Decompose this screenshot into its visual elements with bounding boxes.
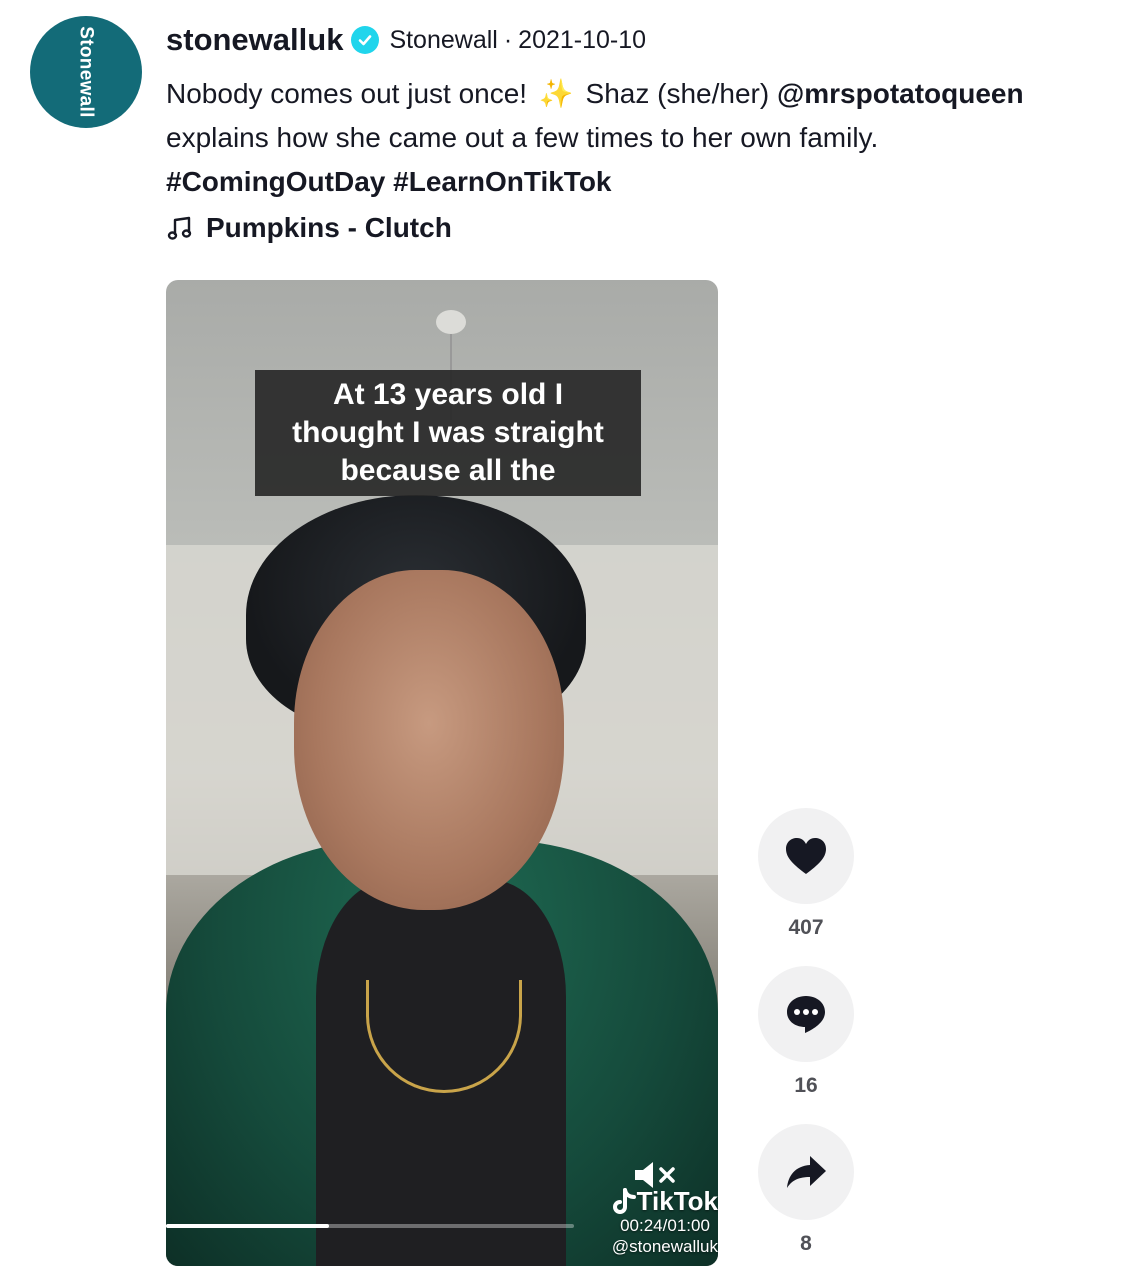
mention-link[interactable]: @mrspotatoqueen	[777, 78, 1024, 109]
video-player[interactable]: At 13 years old I thought I was straight…	[166, 280, 718, 1266]
music-link[interactable]: Pumpkins - Clutch	[166, 212, 452, 244]
video-timecode: 00:24/01:00	[620, 1216, 710, 1235]
tiktok-logo-icon	[612, 1187, 636, 1214]
like-button[interactable]	[758, 808, 854, 904]
overlay-line: thought I was straight	[292, 416, 604, 449]
like-count: 407	[788, 916, 824, 939]
ceiling-lamp	[436, 310, 466, 334]
post-caption: Nobody comes out just once! ✨ Shaz (she/…	[166, 72, 1126, 204]
avatar[interactable]: Stonewall	[30, 16, 142, 128]
hashtag-link[interactable]: #ComingOutDay	[166, 166, 385, 197]
heart-icon	[786, 838, 826, 874]
display-name: Stonewall	[389, 25, 498, 54]
sparkle-emoji: ✨	[538, 78, 574, 109]
watermark-brand-text: TikTok	[636, 1186, 718, 1216]
caption-text-middle: Shaz (she/her)	[585, 78, 770, 109]
caption-text-end: explains how she came out a few times to…	[166, 122, 879, 153]
post-header: stonewalluk Stonewall · 2021-10-10	[166, 22, 646, 58]
hashtag-link[interactable]: #LearnOnTikTok	[393, 166, 611, 197]
overlay-line: because all the	[340, 454, 556, 487]
share-count: 8	[800, 1232, 812, 1255]
comment-icon	[787, 996, 825, 1033]
video-progress-bar[interactable]	[166, 1224, 574, 1228]
verified-check-icon	[351, 26, 380, 54]
person-face	[294, 570, 564, 910]
avatar-text: Stonewall	[75, 26, 97, 118]
video-progress-fill	[166, 1224, 330, 1228]
watermark-brand: TikTok	[578, 1186, 718, 1217]
comment-count: 16	[794, 1074, 818, 1097]
post-meta: Stonewall · 2021-10-10	[389, 26, 646, 55]
video-text-overlay: At 13 years old I thought I was straight…	[255, 370, 641, 496]
meta-separator: ·	[503, 25, 513, 54]
overlay-line: At 13 years old I	[332, 378, 564, 411]
username-link[interactable]: stonewalluk	[166, 22, 343, 58]
comment-button[interactable]	[758, 966, 854, 1062]
share-arrow-icon	[787, 1156, 826, 1188]
post-date: 2021-10-10	[518, 25, 647, 54]
music-note-icon	[167, 216, 192, 240]
action-bar: 407 16 8	[758, 808, 854, 1282]
music-label: Pumpkins - Clutch	[206, 212, 452, 243]
share-button[interactable]	[758, 1124, 854, 1220]
watermark-handle: @stonewalluk	[611, 1237, 718, 1256]
caption-text-start: Nobody comes out just once!	[166, 78, 528, 109]
